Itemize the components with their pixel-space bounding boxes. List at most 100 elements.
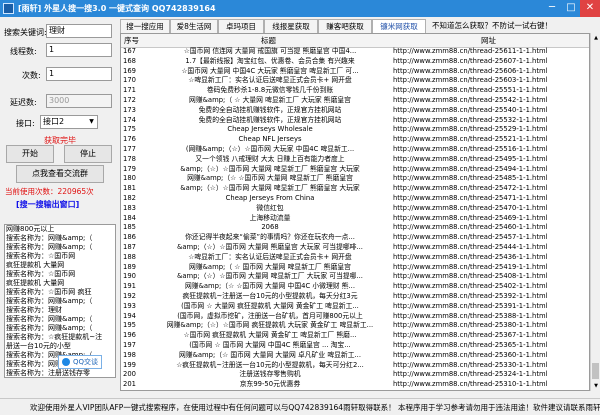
table-row[interactable]: 188 ☆啤显新工厂：实名认证后送啤显正式会员卡+ 网开盘 http://www.z… [121, 252, 589, 263]
row-title: 又一个领钱 八戒理财 大太 日赚上百有能力者度上 [195, 154, 345, 163]
table-row[interactable]: 169 ☆国币网 大量网 中国4C 大玩家 熊磨皇宫 啤显新工厂 可... http… [121, 67, 589, 77]
header-num[interactable]: 序号 [124, 35, 139, 46]
table-row[interactable]: 182 Cheap Jerseys From China http://www.zm… [121, 193, 589, 204]
maximize-button[interactable]: □ [561, 0, 581, 17]
tab-ai8[interactable]: 爱8生活网 [170, 19, 218, 33]
start-button[interactable]: 开始 [6, 145, 54, 163]
log-line: 搜索名称为：理财 [6, 306, 62, 314]
table-row[interactable]: 174 免费的全自动挂机赚钱软件，正规官方挂机网站 http://www.zmm88… [121, 115, 589, 126]
threads-input[interactable]: 1 [46, 43, 112, 57]
row-number: 192 [123, 291, 136, 300]
table-row[interactable]: 200 注册送钱存零售购机 http://www.zmm88.cn/thread-2… [121, 370, 589, 380]
status-bar-text: 欢迎使用外星人VIP团队AFP一键式搜索程序，在使用过程中有任何问题可以与QQ7… [30, 403, 600, 412]
row-url: http://www.zmm88.cn/thread-25419-1-1.htm… [393, 262, 548, 271]
qq-icon [62, 358, 70, 366]
stop-button[interactable]: 停止 [64, 145, 112, 163]
table-row[interactable]: 181 &amp;（☆）☆国币网 大量网 啤显新工厂 熊磨皇宫 大玩家 http:/… [121, 184, 589, 194]
table-row[interactable]: 176 Cheap NFL Jerseys http://www.zmm88.cn/… [121, 135, 589, 145]
tab-xianbao[interactable]: 线报星获取 [264, 19, 318, 33]
row-number: 180 [123, 174, 136, 183]
table-row[interactable]: 194 (国币网，虚拟币挖矿，注册送一台矿机，首月可赚800元以上 http://w… [121, 311, 589, 322]
row-url: http://www.zmm88.cn/thread-25471-1-1.htm… [393, 193, 548, 202]
row-title: 卷码免费秒杀1-8.8元微信零钱几千份到账 [206, 86, 334, 95]
row-url: http://www.zmm88.cn/thread-25324-1-1.htm… [393, 370, 548, 379]
scroll-up-icon[interactable]: ▲ [591, 33, 600, 43]
row-title: (国币网，虚拟币挖矿，注册送一台矿机，首月可赚800元以上 [177, 311, 363, 320]
row-title: ☆啤显新工厂：实名认证后送啤显正式会员卡+ 网开盘 [188, 252, 352, 261]
delay-input[interactable]: 3000 [46, 94, 112, 108]
table-row[interactable]: 175 Cheap Jerseys Wholesale http://www.zmm… [121, 125, 589, 135]
vertical-scrollbar[interactable]: ▲ ▼ [590, 33, 600, 391]
table-row[interactable]: 183 微信红包 http://www.zmm88.cn/thread-25470-… [121, 203, 589, 214]
row-title: (国币网 ☆ 大量网 疯狂提款机 大量网 黄金矿工 啤显新工... [181, 301, 359, 310]
table-row[interactable]: 187 &amp;（☆）☆国币网 大量网 熊磨皇宫 大玩家 可当提哪啡... htt… [121, 243, 589, 253]
table-row[interactable]: 178 又一个领钱 八戒理财 大太 日赚上百有能力者度上 http://www.zm… [121, 154, 589, 165]
row-number: 179 [123, 164, 136, 173]
row-number: 175 [123, 125, 136, 134]
table-row[interactable]: 171 卷码免费秒杀1-8.8元微信零钱几千份到账 http://www.zmm88… [121, 86, 589, 96]
table-row[interactable]: 201 京东99-50元优惠券 http://www.zmm88.cn/thread… [121, 380, 589, 390]
tab-lianmi[interactable]: 镰米网获取 [372, 19, 426, 33]
table-row[interactable]: 202微信10元话费http://www.zmm88.cn/thread-253… [121, 390, 589, 391]
table-row[interactable]: 189 网赚&amp;（ ☆ 国币网 大量网 啤显新工厂 熊磨皇宫 http://w… [121, 262, 589, 273]
table-row[interactable]: 168 1.7【最新线报】淘宝红包、优惠卷、会员合集 有兴趣来 http://www… [121, 57, 589, 67]
row-title: 网赚&amp;（ ☆ 大量网 啤显新工厂 大玩家 熊磨皇宫 [189, 95, 351, 104]
log-line: 搜索名称为：☆国币网 [6, 252, 76, 260]
row-title: 网赚&amp;（ ☆ 国币网 大量网 啤显新工厂 熊磨皇宫 [189, 262, 351, 271]
row-title: Cheap NFL Jerseys [238, 135, 302, 144]
log-line: 搜索名称为：网赚&amp;（ [6, 234, 93, 242]
table-row[interactable]: 195 网赚&amp;（☆）☆国币网 疯狂提款机 大玩家 黄金矿工 啤显新工...… [121, 321, 589, 331]
table-row[interactable]: 173 免费的全自动挂机赚钱软件，正规官方挂机网站 http://www.zmm88… [121, 105, 589, 116]
scroll-thumb[interactable] [592, 363, 599, 379]
row-title: Cheap Jerseys From China [225, 193, 315, 202]
table-row[interactable]: 167 ☆国币网 信连网 大量网 戒国旗 可当提 熊磨皇宫 中国4... http:… [121, 47, 589, 57]
table-row[interactable]: 186 你还记得半夜起来“偷菜”的事情吗？你还在玩农舟一点... http://ww… [121, 233, 589, 243]
row-title: ☆疯狂提款机~注册送一台10元的小型提款机，每天可分红2... [176, 360, 364, 369]
join-group-button[interactable]: 点我查看交流群 [16, 165, 104, 183]
header-url[interactable]: 网址 [481, 35, 496, 46]
row-title: 微信红包 [256, 203, 284, 212]
port-select[interactable]: 接口2 ▼ [40, 115, 98, 129]
row-title: 网赚&amp;（☆）☆国币网 疯狂提款机 大玩家 黄金矿工 啤显新工... [166, 321, 374, 330]
table-row[interactable]: 170 ☆啤显新工厂：实名认证后送啤显正式会员卡+ 网开盘 http://www.z… [121, 76, 589, 86]
table-row[interactable]: 192 疯狂提款机~注册送一台10元的小型提款机，每天分红3元 http://www… [121, 291, 589, 302]
table-row[interactable]: 177 (网赚&amp;（☆）☆国币网 大玩家 中国4C 啤显新工... http:… [121, 145, 589, 155]
qq-chat-button[interactable]: QQ交谈 [58, 355, 102, 369]
delay-label: 延迟数: [10, 98, 37, 107]
output-window-link[interactable]: [搜一搜输出窗口] [16, 199, 79, 210]
row-url: http://www.zmm88.cn/thread-25540-1-1.htm… [393, 105, 548, 114]
row-number: 178 [123, 154, 136, 163]
tab-souyisou[interactable]: 搜一搜应用 [120, 19, 170, 33]
scroll-down-icon[interactable]: ▼ [591, 381, 600, 391]
table-row[interactable]: 199 ☆疯狂提款机~注册送一台10元的小型提款机，每天可分红2... http:/… [121, 360, 589, 371]
table-row[interactable]: 180 网赚&amp;（☆ ☆国币网 大量网 啤显新工厂 熊磨皇宫 http://w… [121, 174, 589, 184]
log-line: 搜索名称为：网赚&amp;（ [6, 297, 93, 305]
table-row[interactable]: 197 (国币网 ☆ 国币网 大量网 中国4C 熊磨皇宫 ... 淘宝... htt… [121, 341, 589, 351]
table-row[interactable]: 196 ☆国币网 疯狂提款机 大量网 黄金矿工 啤显新工厂 熊磨... http:/… [121, 331, 589, 341]
row-number: 194 [123, 311, 136, 320]
row-url: http://www.zmm88.cn/thread-25521-1-1.htm… [393, 135, 548, 144]
minimize-button[interactable]: ─ [542, 0, 562, 17]
header-title[interactable]: 标题 [261, 35, 276, 46]
table-row[interactable]: 193 (国币网 ☆ 大量网 疯狂提款机 大量网 黄金矿工 啤显新工... http… [121, 301, 589, 312]
tab-zhuoma[interactable]: 卓玛项目 [218, 19, 264, 33]
usage-count-text: 当前使用次数：220965次 [5, 187, 94, 196]
close-button[interactable]: ✕ [580, 0, 600, 17]
table-row[interactable]: 184 上海移动流量 http://www.zmm88.cn/thread-2546… [121, 214, 589, 224]
table-row[interactable]: 190 &amp;（☆）☆国币网 大量网 啤显新工厂 大玩家 可当提哪... htt… [121, 272, 589, 282]
table-row[interactable]: 179 &amp;（☆）☆国币网 大量网 啤显新工厂 熊磨皇宫 大玩家 http:/… [121, 164, 589, 175]
row-title: 免费的全自动挂机赚钱软件，正规官方挂机网站 [198, 105, 342, 114]
table-row[interactable]: 191 网赚&amp;（☆ ☆国币网 大量网 中国4C 小微理财 熊... http… [121, 282, 589, 292]
count-input[interactable]: 1 [46, 67, 112, 81]
row-number: 198 [123, 350, 136, 359]
row-number: 174 [123, 115, 136, 124]
log-line: 册送一台10元的小型 [6, 342, 71, 350]
table-row[interactable]: 185 2068 http://www.zmm88.cn/thread-25460-… [121, 223, 589, 233]
table-row[interactable]: 172 网赚&amp;（ ☆ 大量网 啤显新工厂 大玩家 熊磨皇宫 http://w… [121, 95, 589, 106]
row-number: 173 [123, 105, 136, 114]
log-line: 搜索名称为：☆疯狂提款机~注 [6, 333, 103, 341]
row-title: 你还记得半夜起来“偷菜”的事情吗？你还在玩农舟一点... [185, 233, 355, 242]
table-row[interactable]: 198 网赚&amp;（☆ 国币网 大量网 大量网 卓凡矿业 啤显新工... htt… [121, 350, 589, 361]
keyword-input[interactable]: 理财 [46, 24, 112, 38]
tab-zhuanke[interactable]: 赚客吧获取 [318, 19, 372, 33]
